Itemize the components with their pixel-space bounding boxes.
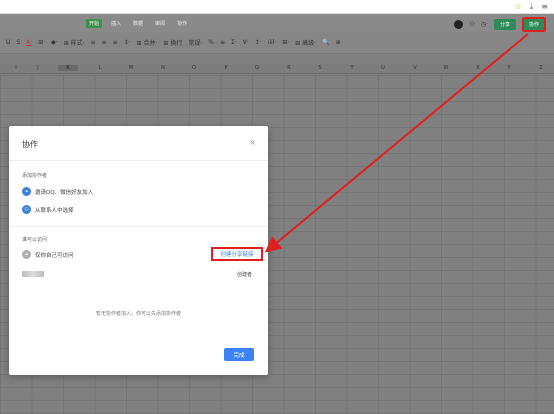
dialog-title: 协作: [22, 140, 38, 149]
column-header-cell[interactable]: K: [58, 65, 78, 71]
owner-row: [22, 271, 44, 277]
divider: [9, 160, 268, 161]
column-header-cell[interactable]: I: [6, 65, 26, 71]
select-contacts-option[interactable]: ⚇ 从联系人中选择: [22, 205, 74, 214]
column-header-cell[interactable]: Y: [499, 65, 519, 71]
download-icon[interactable]: ⤓: [530, 2, 534, 12]
tab-review[interactable]: 审阅: [152, 19, 168, 28]
more-icon[interactable]: ⊕: [336, 39, 341, 46]
share-button[interactable]: 分享: [493, 19, 516, 30]
column-header-cell[interactable]: V: [405, 65, 425, 71]
align-right-button[interactable]: ≡: [113, 39, 118, 46]
link-icon: ⚭: [22, 187, 31, 196]
search-icon[interactable]: 🔍: [322, 39, 329, 46]
done-button[interactable]: 完成: [224, 348, 254, 361]
avatar[interactable]: [454, 20, 464, 29]
sum-button[interactable]: Σ·: [231, 39, 237, 46]
number-format-select[interactable]: 常规·: [188, 38, 202, 47]
advanced-button[interactable]: ⊞ 高级·: [295, 38, 316, 47]
valign-button[interactable]: ↕·: [124, 39, 131, 46]
menu-tabs: 开始 插入 数据 审阅 协作: [86, 19, 190, 28]
divider: [9, 226, 268, 227]
owner-name-blurred: [22, 271, 44, 277]
column-header-cell[interactable]: M: [121, 65, 141, 71]
column-header-cell[interactable]: X: [468, 65, 488, 71]
merge-button[interactable]: ⊞ 合并·: [137, 38, 158, 47]
add-collaborator-label: 添加协作者: [22, 173, 48, 179]
column-header-cell[interactable]: R: [279, 65, 299, 71]
column-header-cell[interactable]: S: [310, 65, 330, 71]
close-icon[interactable]: ×: [249, 138, 256, 147]
select-contacts-label: 从联系人中选择: [35, 207, 74, 214]
border-button[interactable]: ⊞·: [38, 39, 45, 46]
tab-collab[interactable]: 协作: [174, 19, 190, 28]
menu-right: ⚇ ◷· 分享 协作: [454, 17, 546, 32]
chart-button[interactable]: ılıl·: [268, 39, 277, 46]
freeze-button[interactable]: ≡: [220, 39, 225, 46]
invite-friends-label: 邀请QQ、微信好友加入: [35, 189, 94, 196]
star-icon[interactable]: ☆: [515, 2, 522, 12]
column-header-cell[interactable]: O: [184, 65, 204, 71]
column-header-cell[interactable]: W: [436, 65, 456, 71]
column-header-cell[interactable]: P: [216, 65, 236, 71]
column-header-cell[interactable]: J: [28, 65, 48, 71]
align-center-button[interactable]: ≡: [102, 39, 107, 46]
column-header-cell[interactable]: N: [153, 65, 173, 71]
user-add-icon[interactable]: ⚇: [469, 21, 474, 28]
browser-bar: ☆ ⤓ ≡: [0, 0, 554, 14]
access-label: 谁可以访问: [22, 237, 48, 243]
strikethrough-button[interactable]: S: [16, 39, 20, 46]
sort-button[interactable]: ↥·: [255, 39, 262, 46]
history-icon[interactable]: ◷·: [481, 21, 488, 28]
contacts-icon: ⚇: [22, 205, 31, 214]
underline-button[interactable]: U: [6, 39, 10, 46]
tab-insert[interactable]: 插入: [108, 19, 124, 28]
fill-color-button[interactable]: ◆·: [51, 39, 58, 46]
creator-label: 创建者: [236, 272, 252, 278]
collab-dialog: 协作 × 添加协作者 ⚭ 邀请QQ、微信好友加入 ⚇ 从联系人中选择 谁可以访问…: [9, 126, 268, 375]
invite-friends-option[interactable]: ⚭ 邀请QQ、微信好友加入: [22, 187, 93, 196]
formatting-toolbar: U S A· ⊞· ◆· ⊞ 样式· ≡ ≡ ≡ ↕· ⊞ 合并· ⊞ 换行 常…: [0, 32, 554, 54]
menubar: 开始 插入 数据 审阅 协作 ⚇ ◷· 分享 协作: [0, 14, 554, 32]
access-text: 仅你自己可访问: [35, 252, 74, 259]
column-header-cell[interactable]: Z: [531, 65, 551, 71]
access-row: ⚭ 仅你自己可访问: [22, 250, 74, 259]
column-header-cell[interactable]: L: [90, 65, 110, 71]
collab-button[interactable]: 协作: [521, 17, 546, 32]
column-header-cell[interactable]: U: [373, 65, 393, 71]
empty-collaborators-note: 暂无协作者加入，你可以先添加协作者: [95, 311, 181, 317]
lock-icon: ⚭: [22, 250, 31, 259]
browser-icons: ☆ ⤓ ≡: [515, 2, 548, 12]
column-header-cell[interactable]: T: [342, 65, 362, 71]
tab-start[interactable]: 开始: [86, 19, 103, 28]
tab-data[interactable]: 数据: [130, 19, 146, 28]
column-header: I J K L M N O P Q R S T U V W X Y Z: [0, 64, 554, 74]
wrap-button[interactable]: ⊞ 换行: [163, 38, 182, 47]
create-share-link-button[interactable]: 创建分享链接: [211, 247, 263, 261]
align-left-button[interactable]: ≡: [91, 39, 96, 46]
table-button[interactable]: ⊞·: [282, 39, 289, 46]
menu-icon[interactable]: ≡: [541, 2, 548, 12]
column-header-cell[interactable]: Q: [247, 65, 267, 71]
percent-button[interactable]: %: [208, 39, 214, 46]
filter-button[interactable]: ∀·: [243, 39, 249, 46]
font-color-button[interactable]: A·: [26, 39, 32, 46]
style-button[interactable]: ⊞ 样式·: [64, 38, 85, 47]
